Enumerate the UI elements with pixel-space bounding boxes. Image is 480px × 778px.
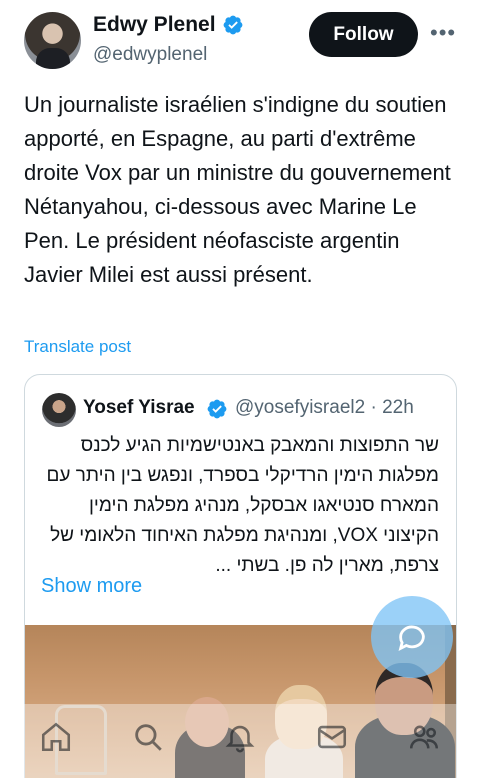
quoted-author-handle[interactable]: @yosefyisrael2 [235, 397, 365, 418]
search-icon[interactable] [131, 720, 165, 754]
home-icon[interactable] [39, 720, 73, 754]
messages-icon[interactable] [315, 720, 349, 754]
follow-button[interactable]: Follow [309, 12, 418, 57]
quoted-tweet-text: שר התפוצות והמאבק באנטישמיות הגיע לכנס מ… [46, 435, 439, 576]
communities-icon[interactable] [407, 720, 441, 754]
tweet-header: Edwy Plenel @edwyplenel Follow ••• [0, 0, 480, 80]
quoted-meta: @yosefyisrael2 · 22h [235, 397, 414, 419]
author-name[interactable]: Edwy Plenel [93, 13, 216, 37]
new-post-icon [398, 625, 425, 651]
new-post-button[interactable] [371, 596, 453, 678]
more-options-icon[interactable]: ••• [430, 22, 456, 44]
quoted-timestamp[interactable]: 22h [382, 397, 414, 418]
meta-separator: · [370, 397, 377, 418]
verified-badge-icon [223, 15, 242, 35]
translate-post-link[interactable]: Translate post [24, 337, 131, 357]
author-name-row: Edwy Plenel [93, 13, 244, 37]
show-more-link[interactable]: Show more [41, 575, 142, 598]
author-avatar[interactable] [24, 12, 81, 69]
quoted-author-avatar[interactable] [42, 393, 76, 427]
author-handle[interactable]: @edwyplenel [93, 44, 207, 66]
quoted-author-name[interactable]: Yosef Yisrae [83, 397, 201, 419]
quoted-verified-badge-icon [207, 399, 227, 419]
bottom-navigation [0, 704, 480, 778]
notifications-icon[interactable] [223, 720, 257, 754]
tweet-text: Un journaliste israélien s'indigne du so… [24, 92, 451, 287]
